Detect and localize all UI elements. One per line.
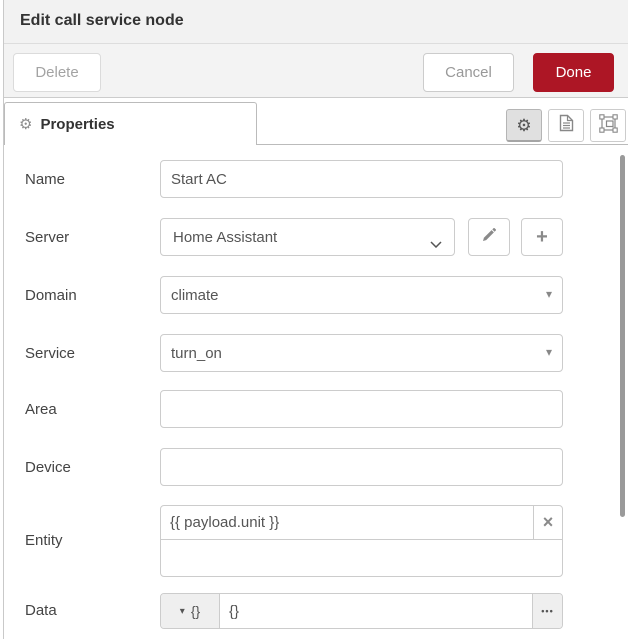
domain-input[interactable] <box>160 276 563 314</box>
edit-server-button[interactable] <box>468 218 510 256</box>
entity-list: {{ payload.unit }} × <box>160 505 563 577</box>
dialog-titlebar: Edit call service node <box>4 0 628 44</box>
triangle-down-icon[interactable]: ▾ <box>546 288 552 300</box>
entity-list-item[interactable]: {{ payload.unit }} × <box>161 506 562 540</box>
service-combobox: ▾ <box>160 334 563 372</box>
tab-properties[interactable]: ⚙ Properties <box>4 102 257 145</box>
triangle-down-icon: ▾ <box>180 606 185 617</box>
remove-entity-button[interactable]: × <box>533 506 562 539</box>
ellipsis-icon: ••• <box>541 606 553 616</box>
name-input[interactable] <box>160 160 563 198</box>
close-icon: × <box>543 512 554 533</box>
data-value[interactable]: {} <box>220 594 532 628</box>
json-type-icon: {} <box>191 603 200 619</box>
device-label: Device <box>25 459 71 476</box>
area-label: Area <box>25 401 57 418</box>
expand-editor-button[interactable]: ••• <box>532 594 562 628</box>
edit-node-dialog: Edit call service node Delete Cancel Don… <box>0 0 628 639</box>
description-view-button[interactable] <box>548 109 584 142</box>
server-select-value: Home Assistant <box>173 229 277 246</box>
data-type-button[interactable]: ▾ {} <box>161 594 220 628</box>
name-label: Name <box>25 171 65 188</box>
plus-icon: + <box>536 226 548 249</box>
service-label: Service <box>25 345 75 362</box>
server-label: Server <box>25 229 69 246</box>
cancel-button[interactable]: Cancel <box>423 53 514 92</box>
add-server-button[interactable]: + <box>521 218 563 256</box>
entity-label: Entity <box>25 532 63 549</box>
server-select[interactable]: Home Assistant <box>160 218 455 256</box>
done-button[interactable]: Done <box>533 53 614 92</box>
service-input[interactable] <box>160 334 563 372</box>
properties-view-button[interactable]: ⚙ <box>506 109 542 142</box>
dialog-title: Edit call service node <box>20 12 184 30</box>
pencil-icon <box>481 227 497 248</box>
triangle-down-icon[interactable]: ▾ <box>546 346 552 358</box>
appearance-view-button[interactable] <box>590 109 626 142</box>
device-input[interactable] <box>160 448 563 486</box>
delete-button[interactable]: Delete <box>13 53 101 92</box>
area-input[interactable] <box>160 390 563 428</box>
gear-icon: ⚙ <box>516 117 531 134</box>
data-label: Data <box>25 602 57 619</box>
tab-properties-label: Properties <box>40 116 114 133</box>
document-icon <box>559 114 574 137</box>
data-typed-input: ▾ {} {} ••• <box>160 593 563 629</box>
gear-icon: ⚙ <box>19 117 32 132</box>
chevron-down-icon <box>430 235 442 252</box>
domain-label: Domain <box>25 287 77 304</box>
appearance-frame-icon <box>599 114 618 138</box>
vertical-scrollbar-thumb[interactable] <box>620 155 625 517</box>
domain-combobox: ▾ <box>160 276 563 314</box>
entity-value[interactable]: {{ payload.unit }} <box>161 506 533 539</box>
